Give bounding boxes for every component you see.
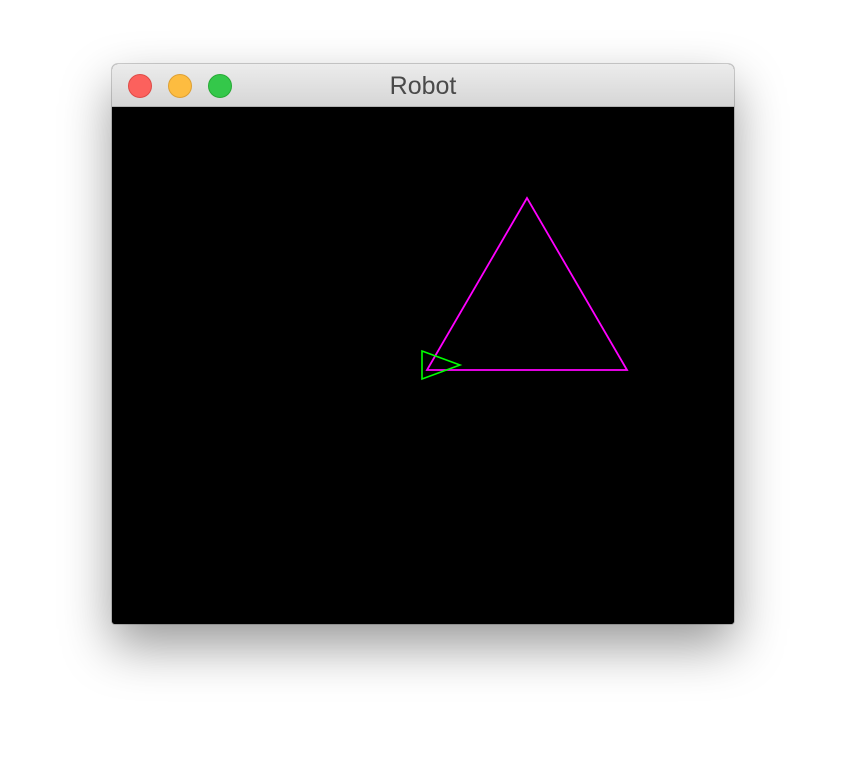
path-triangle <box>425 196 629 371</box>
drawing-canvas[interactable] <box>112 107 734 624</box>
title-bar[interactable]: Robot <box>112 64 734 107</box>
robot-marker <box>421 349 463 381</box>
robot-window: Robot <box>112 64 734 624</box>
canvas-svg <box>421 196 629 381</box>
window-title: Robot <box>389 72 457 100</box>
